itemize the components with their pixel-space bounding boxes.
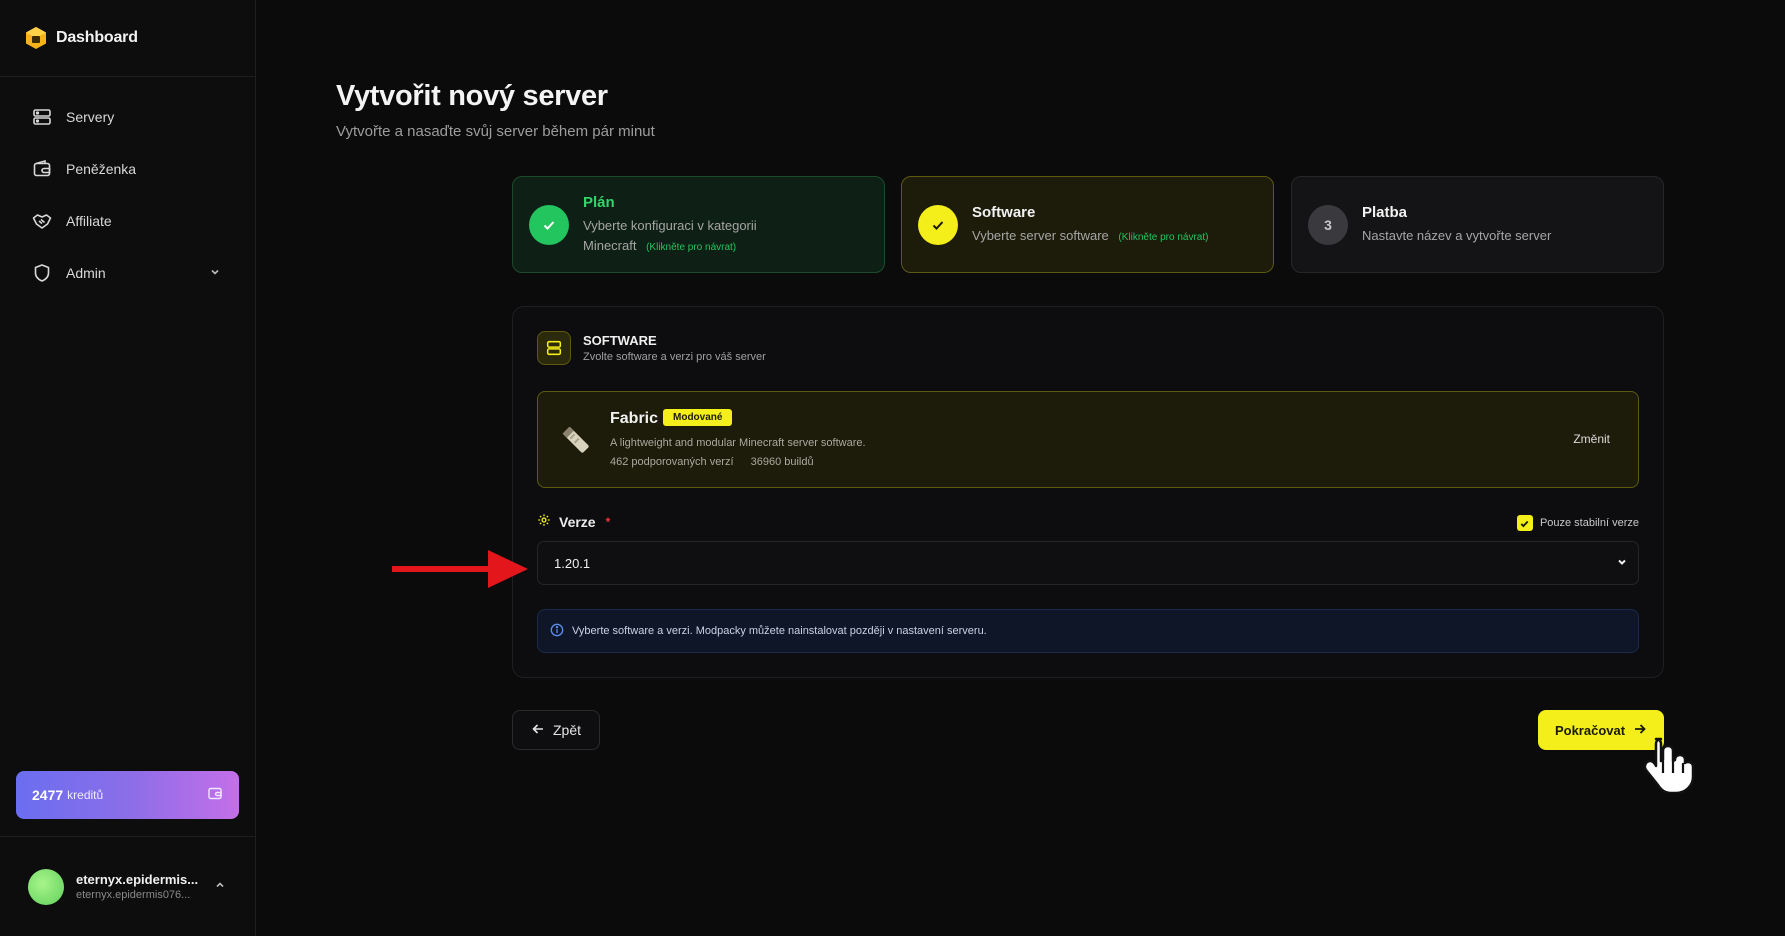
brand[interactable]: Dashboard <box>0 0 255 77</box>
check-icon <box>918 204 958 245</box>
step-description: Nastavte název a vytvořte server <box>1362 227 1552 243</box>
version-select-value: 1.20.1 <box>554 555 591 571</box>
stable-only-toggle[interactable]: Pouze stabilní verze <box>1516 515 1639 531</box>
fabric-logo-icon <box>558 422 594 458</box>
step-plan[interactable]: Plán Vyberte konfiguraci v kategorii Min… <box>512 176 885 273</box>
sidebar-item-affiliate[interactable]: Affiliate <box>0 195 255 247</box>
sidebar-nav: Servery Peněženka Affiliate Admin <box>0 77 255 299</box>
sidebar: Dashboard Servery Peněženka Affiliate Ad… <box>0 0 256 936</box>
checkbox-checked-icon[interactable] <box>1516 515 1533 531</box>
step-number: 3 <box>1308 204 1348 245</box>
hand-cursor-icon <box>1640 735 1696 798</box>
step-desc-line: Vyberte server software <box>972 227 1109 243</box>
handshake-icon <box>32 211 52 231</box>
continue-button-label: Pokračovat <box>1554 722 1626 738</box>
check-icon <box>529 204 569 245</box>
user-name: eternyx.epidermis... <box>76 872 199 887</box>
shield-icon <box>32 263 52 283</box>
step-return-hint: (Klikněte pro návrat) <box>1118 231 1209 243</box>
section-subtitle: Zvolte software a verzi pro váš server <box>583 351 766 363</box>
version-label: Verze * <box>537 513 610 530</box>
server-icon <box>537 331 571 365</box>
step-title: Platba <box>1362 203 1408 221</box>
wallet-icon <box>32 159 52 179</box>
chevron-up-icon[interactable] <box>214 878 226 896</box>
step-description: Vyberte server software (Klikněte pro ná… <box>972 226 1208 246</box>
step-desc-line: Vyberte konfiguraci v kategorii <box>583 218 757 233</box>
sidebar-item-label: Servery <box>66 109 115 125</box>
credits-amount: 2477 <box>32 787 64 803</box>
step-desc-line: Minecraft <box>583 237 637 253</box>
step-description: Vyberte konfiguraci v kategorii Minecraf… <box>583 216 757 255</box>
back-button-label: Zpět <box>552 722 581 738</box>
step-software[interactable]: Software Vyberte server software (Klikně… <box>901 176 1274 273</box>
section-title: SOFTWARE <box>583 333 657 348</box>
server-icon <box>32 107 52 127</box>
change-software-button[interactable]: Změnit <box>1573 432 1610 446</box>
wallet-icon <box>207 785 223 806</box>
credits-badge[interactable]: 2477 kreditů <box>16 771 239 819</box>
chevron-down-icon[interactable] <box>209 265 221 281</box>
step-title: Plán <box>583 194 615 211</box>
software-tag-badge: Modované <box>663 409 733 426</box>
software-panel: SOFTWARE Zvolte software a verzi pro váš… <box>512 306 1664 678</box>
info-banner: Vyberte software a verzi. Modpacky můžet… <box>537 609 1639 653</box>
sidebar-item-label: Affiliate <box>66 213 112 229</box>
avatar <box>28 868 64 905</box>
chevron-down-icon <box>1616 556 1628 571</box>
versions-count: 462 podporovaných verzí <box>610 456 734 468</box>
builds-count: 36960 buildů <box>750 456 814 468</box>
required-marker: * <box>605 514 611 529</box>
software-stats: 462 podporovaných verzí 36960 buildů <box>610 456 814 468</box>
software-name: Fabric <box>610 410 659 427</box>
selected-software-card: Fabric Modované A lightweight and modula… <box>537 391 1639 488</box>
page-title: Vytvořit nový server <box>336 80 608 112</box>
sidebar-item-label: Admin <box>66 265 106 281</box>
section-text: SOFTWARE Zvolte software a verzi pro váš… <box>583 333 766 363</box>
step-title: Software <box>972 203 1036 221</box>
stable-only-label: Pouze stabilní verze <box>1539 517 1639 529</box>
software-description: A lightweight and modular Minecraft serv… <box>610 437 866 449</box>
page-subtitle: Vytvořte a nasaďte svůj server během pár… <box>336 123 655 140</box>
step-payment: 3 Platba Nastavte název a vytvořte serve… <box>1291 176 1664 273</box>
user-menu[interactable]: eternyx.epidermis... eternyx.epidermis07… <box>0 836 256 936</box>
sidebar-item-servery[interactable]: Servery <box>0 91 255 143</box>
arrow-left-icon <box>531 722 545 739</box>
sidebar-item-label: Peněženka <box>66 161 137 177</box>
info-icon <box>550 623 564 640</box>
user-email: eternyx.epidermis076... <box>76 889 191 901</box>
section-header: SOFTWARE Zvolte software a verzi pro váš… <box>537 331 766 365</box>
sidebar-item-penezenka[interactable]: Peněženka <box>0 143 255 195</box>
info-text: Vyberte software a verzi. Modpacky můžet… <box>572 625 987 637</box>
gear-icon <box>537 513 551 530</box>
version-label-text: Verze <box>559 513 596 530</box>
sidebar-item-admin[interactable]: Admin <box>0 247 255 299</box>
step-text: Plán Vyberte konfiguraci v kategorii Min… <box>583 194 757 255</box>
step-text: Software Vyberte server software (Klikně… <box>972 204 1208 246</box>
version-select[interactable]: 1.20.1 <box>537 541 1639 585</box>
step-text: Platba Nastavte název a vytvořte server <box>1362 204 1551 246</box>
cube-logo-icon <box>24 25 48 51</box>
credits-label: kreditů <box>67 788 104 802</box>
annotation-arrow-icon <box>392 546 528 597</box>
step-return-hint: (Klikněte pro návrat) <box>646 241 737 253</box>
back-button[interactable]: Zpět <box>512 710 600 750</box>
brand-title: Dashboard <box>56 29 138 46</box>
user-info: eternyx.epidermis... eternyx.epidermis07… <box>76 872 198 901</box>
